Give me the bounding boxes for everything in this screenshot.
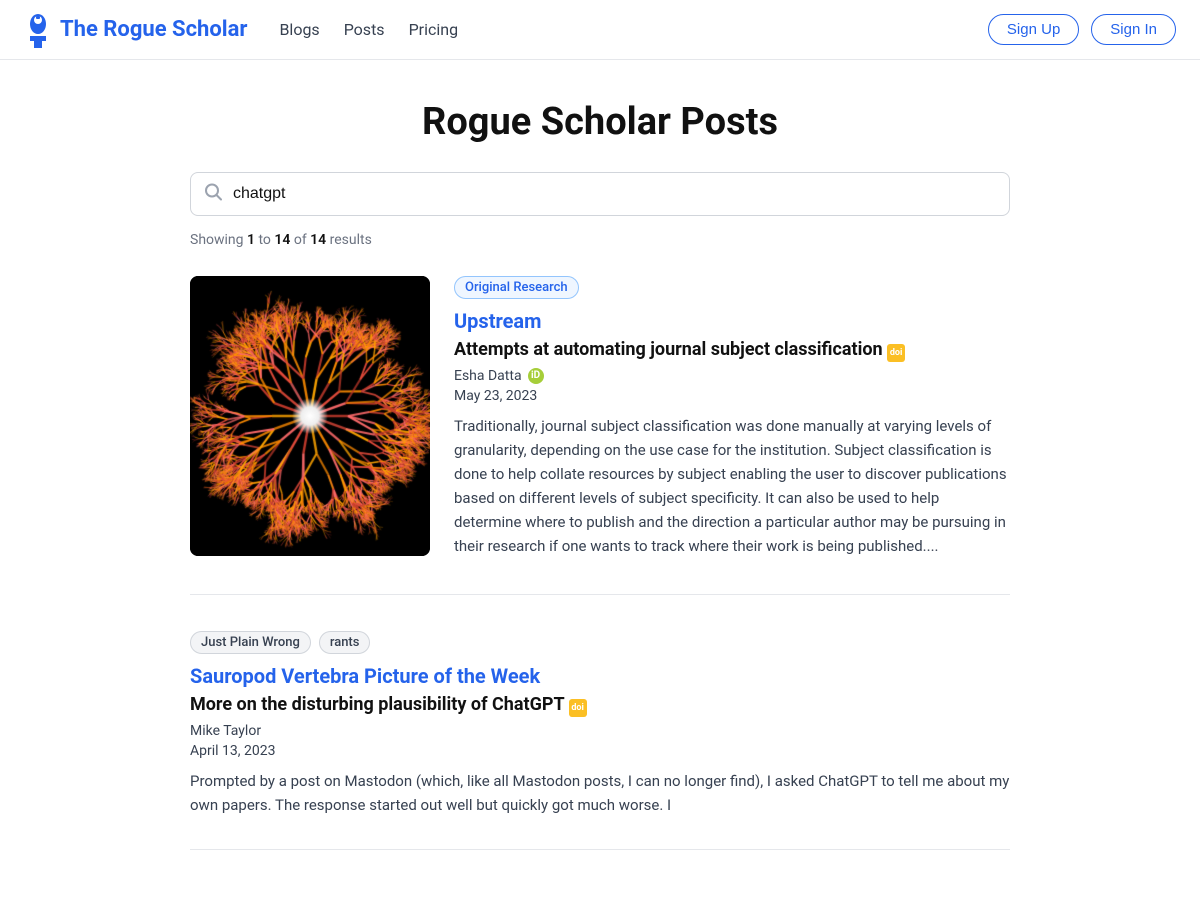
article-card-upstream: Original Research Upstream Attempts at a… <box>190 276 1010 595</box>
results-prefix: Showing <box>190 232 247 248</box>
results-info: Showing 1 to 14 of 14 results <box>190 232 1010 248</box>
search-input[interactable] <box>190 172 1010 216</box>
logo-text: The Rogue Scholar <box>60 17 247 42</box>
nav-links: Blogs Posts Pricing <box>279 20 987 39</box>
logo-link[interactable]: The Rogue Scholar <box>24 10 247 50</box>
article-content-upstream: Original Research Upstream Attempts at a… <box>454 276 1010 558</box>
article-excerpt-upstream: Traditionally, journal subject classific… <box>454 414 1010 558</box>
results-suffix: results <box>326 232 372 248</box>
results-range-separator: to <box>255 232 274 248</box>
search-icon <box>204 183 222 206</box>
author-sauropod: Mike Taylor <box>190 723 261 739</box>
orcid-icon-upstream: iD <box>528 368 544 384</box>
article-image-upstream <box>190 276 430 556</box>
author-upstream: Esha Datta <box>454 368 522 384</box>
results-total: 14 <box>310 232 326 248</box>
page-title: Rogue Scholar Posts <box>190 100 1010 144</box>
article-meta-sauropod: Mike Taylor <box>190 723 1010 739</box>
logo-icon <box>24 10 52 50</box>
signin-button[interactable]: Sign In <box>1091 14 1176 45</box>
article-image-canvas <box>190 276 430 556</box>
blog-name-sauropod[interactable]: Sauropod Vertebra Picture of the Week <box>190 664 1010 688</box>
tag-original-research: Original Research <box>454 276 579 299</box>
nav-actions: Sign Up Sign In <box>988 14 1176 45</box>
results-range-end: 14 <box>274 232 290 248</box>
tag-just-plain-wrong: Just Plain Wrong <box>190 631 311 654</box>
nav-blogs[interactable]: Blogs <box>279 20 319 39</box>
results-range-start: 1 <box>247 232 255 248</box>
doi-icon-sauropod: doi <box>569 699 587 717</box>
tag-rants: rants <box>319 631 371 654</box>
article-card-sauropod: Just Plain Wrong rants Sauropod Vertebra… <box>190 631 1010 850</box>
main-content: Rogue Scholar Posts Showing 1 to 14 of 1… <box>170 60 1030 922</box>
results-middle: of <box>290 232 310 248</box>
article-date-sauropod: April 13, 2023 <box>190 743 1010 759</box>
article-excerpt-sauropod: Prompted by a post on Mastodon (which, l… <box>190 769 1010 817</box>
nav-posts[interactable]: Posts <box>344 20 385 39</box>
article-title-sauropod: More on the disturbing plausibility of C… <box>190 694 1010 717</box>
blog-name-upstream[interactable]: Upstream <box>454 309 1010 333</box>
nav-pricing[interactable]: Pricing <box>409 20 459 39</box>
signup-button[interactable]: Sign Up <box>988 14 1079 45</box>
navbar: The Rogue Scholar Blogs Posts Pricing Si… <box>0 0 1200 60</box>
doi-icon-upstream: doi <box>887 344 905 362</box>
search-wrapper <box>190 172 1010 216</box>
article-meta-upstream: Esha Datta iD <box>454 368 1010 384</box>
article-title-upstream: Attempts at automating journal subject c… <box>454 339 1010 362</box>
article-date-upstream: May 23, 2023 <box>454 388 1010 404</box>
article-tags-upstream: Original Research <box>454 276 1010 299</box>
article-tags-sauropod: Just Plain Wrong rants <box>190 631 1010 654</box>
